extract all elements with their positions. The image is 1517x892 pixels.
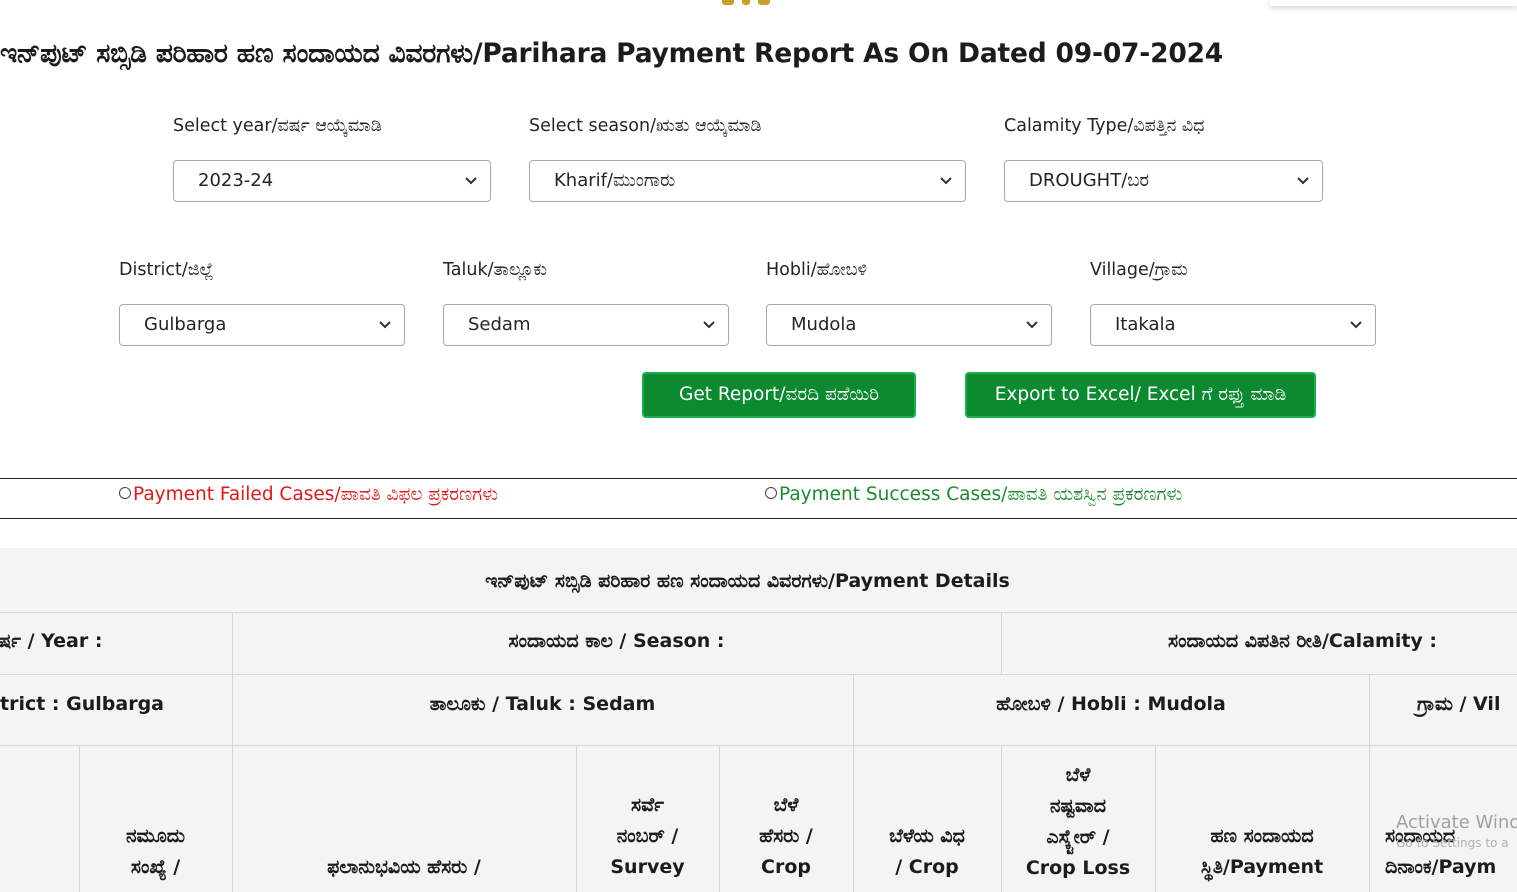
payment-success-radio[interactable]: Payment Success Cases/ಪಾವತಿ ಯಶಸ್ವಿನ ಪ್ರಕ… [765, 484, 1182, 505]
hobli-select[interactable]: Mudola [766, 304, 1052, 346]
header-form-no: ನಮೂದು ಸಂಖ್ಯೆ / [79, 821, 232, 883]
header-line: ಬೆಳೆಯ ವಿಧ [889, 825, 965, 847]
taluk-label: Taluk/ತಾಲ್ಲೂಕು [443, 260, 547, 280]
header-crop-loss: ಬೆಳೆ ನಷ್ಟವಾದ ಎಸ್ಕ್ಟೇರ್ / Crop Loss [1001, 760, 1155, 884]
export-excel-button[interactable]: Export to Excel/ Excel ಗೆ ರಫ್ತು ಮಾಡಿ [965, 372, 1316, 418]
header-logo [718, 0, 774, 7]
chevron-down-icon [379, 321, 391, 329]
header-line: ಸ್ಥಿತಿ/Payment [1200, 856, 1324, 878]
taluk-select-value: Sedam [468, 314, 531, 335]
taluk-select[interactable]: Sedam [443, 304, 729, 346]
header-beneficiary: ಫಲಾನುಭವಿಯ ಹೆಸರು / [232, 852, 576, 883]
header-line: / Crop [895, 856, 959, 878]
divider-top [0, 478, 1517, 479]
page-title: ಇನ್‌ಪುಟ್ ಸಬ್ಸಿಡಿ ಪರಿಹಾರ ಹಣ ಸಂದಾಯದ ವಿವರಗಳ… [0, 38, 1224, 69]
season-label: Select season/ಋತು ಆಯ್ಕೆಮಾಡಿ [529, 116, 762, 136]
village-select-value: Itakala [1115, 314, 1176, 335]
village-cell: ಗ್ರಾಮ / Vil [1417, 693, 1501, 715]
calamity-cell: ಸಂದಾಯದ ವಿಪತಿನ ರೀತಿ/Calamity : [1168, 630, 1438, 652]
district-label: District/ಜಿಲ್ಲೆ [119, 260, 214, 280]
season-select[interactable]: Kharif/ಮುಂಗಾರು [529, 160, 966, 202]
header-line: ಬೆಳೆ [1065, 764, 1091, 786]
header-line: ಎಸ್ಕ್ಟೇರ್ / [1046, 826, 1110, 848]
header-line: ನಮೂದು [125, 825, 186, 847]
header-payment-status: ಹಣ ಸಂದಾಯದ ಸ್ಥಿತಿ/Payment [1155, 821, 1369, 883]
payment-success-label: Payment Success Cases/ಪಾವತಿ ಯಶಸ್ವಿನ ಪ್ರಕ… [779, 484, 1183, 505]
header-line: ಹೆಸರು / [759, 825, 813, 847]
year-select[interactable]: 2023-24 [173, 160, 491, 202]
header-line: ಹಣ ಸಂದಾಯದ [1210, 825, 1314, 847]
table-col-divider [1001, 612, 1002, 674]
season-cell: ಸಂದಾಯದ ಕಾಲ / Season : [508, 630, 725, 652]
chevron-down-icon [703, 321, 715, 329]
top-bar-shadow [1270, 0, 1517, 6]
radio-circle-icon[interactable] [765, 487, 777, 499]
village-select[interactable]: Itakala [1090, 304, 1376, 346]
payment-failed-radio[interactable]: Payment Failed Cases/ಪಾವತಿ ವಿಫಲ ಪ್ರಕರಣಗಳ… [119, 484, 498, 505]
year-cell: ವರ್ಷ / Year : [0, 630, 116, 652]
table-row-divider [0, 745, 1517, 746]
table-title: ಇನ್‌ಪುಟ್ ಸಬ್ಸಿಡಿ ಪರಿಹಾರ ಹಣ ಸಂದಾಯದ ವಿವರಗಳ… [485, 570, 1010, 592]
divider-bottom [0, 518, 1517, 519]
header-line: Crop [761, 856, 811, 878]
payment-details-table: ಇನ್‌ಪುಟ್ ಸಬ್ಸಿಡಿ ಪರಿಹಾರ ಹಣ ಸಂದಾಯದ ವಿವರಗಳ… [0, 548, 1517, 892]
header-line: ನಷ್ಟವಾದ [1049, 795, 1107, 817]
chevron-down-icon [1026, 321, 1038, 329]
header-line: ಬೆಳೆ [773, 794, 799, 816]
activate-windows-watermark: Activate Wind [1396, 812, 1517, 833]
district-select-value: Gulbarga [144, 314, 227, 335]
year-cell-text: ವರ್ಷ / Year : [0, 630, 103, 652]
calamity-label: Calamity Type/ವಿಪತ್ತಿನ ವಿಧ [1004, 116, 1205, 136]
header-survey: ಸರ್ವೆ ನಂಬರ್ / Survey [576, 790, 719, 883]
header-line: ನಂಬರ್ / [616, 825, 679, 847]
year-select-value: 2023-24 [198, 170, 274, 191]
payment-failed-label: Payment Failed Cases/ಪಾವತಿ ವಿಫಲ ಪ್ರಕರಣಗಳ… [133, 484, 499, 505]
header-crop-name: ಬೆಳೆ ಹೆಸರು / Crop [719, 790, 853, 883]
hobli-label: Hobli/ಹೋಬಳಿ [766, 260, 868, 280]
district-cell: trict : Gulbarga [0, 693, 164, 715]
hobli-select-value: Mudola [791, 314, 857, 335]
header-line: ದಿನಾಂಕ/Paym [1385, 856, 1497, 878]
village-label: Village/ಗ್ರಾಮ [1090, 260, 1188, 280]
header-crop-type: ಬೆಳೆಯ ವಿಧ / Crop [853, 821, 1001, 883]
chevron-down-icon [940, 177, 952, 185]
chevron-down-icon [1297, 177, 1309, 185]
calamity-select[interactable]: DROUGHT/ಬರ [1004, 160, 1323, 202]
hobli-cell: ಹೋಬಳಿ / Hobli : Mudola [996, 693, 1226, 715]
table-col-divider [1369, 674, 1370, 745]
header-line: Survey [610, 856, 685, 878]
calamity-select-value: DROUGHT/ಬರ [1029, 170, 1149, 191]
radio-circle-icon[interactable] [119, 487, 131, 499]
get-report-button[interactable]: Get Report/ವರದಿ ಪಡೆಯಿರಿ [642, 372, 916, 418]
activate-windows-subtext: Go to Settings to a [1396, 836, 1509, 850]
header-line: ಸಂಖ್ಯೆ / [130, 856, 181, 878]
year-label: Select year/ವರ್ಷ ಆಯ್ಕೆಮಾಡಿ [173, 116, 382, 136]
chevron-down-icon [465, 177, 477, 185]
district-select[interactable]: Gulbarga [119, 304, 405, 346]
header-line: ಫಲಾನುಭವಿಯ ಹೆಸರು / [327, 856, 481, 878]
chevron-down-icon [1350, 321, 1362, 329]
table-row-divider [0, 674, 1517, 675]
header-line: Crop Loss [1025, 857, 1131, 879]
table-row-divider [0, 612, 1517, 613]
taluk-cell: ತಾಲೂಕು / Taluk : Sedam [429, 693, 656, 715]
season-select-value: Kharif/ಮುಂಗಾರು [554, 170, 676, 191]
header-line: ಸರ್ವೆ [631, 794, 664, 816]
